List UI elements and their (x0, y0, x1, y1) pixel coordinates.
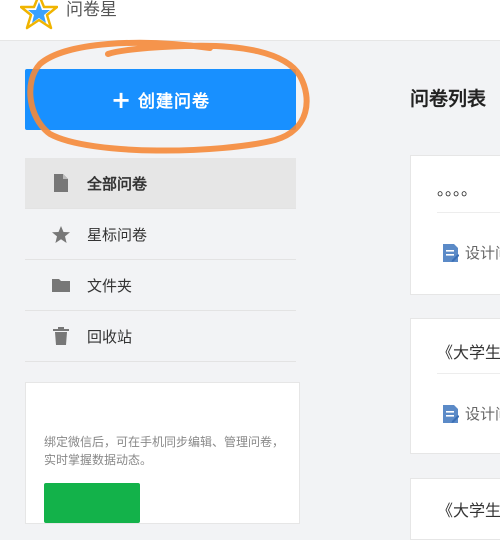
sidebar-nav: 全部问卷 星标问卷 文件夹 回收站 (25, 158, 296, 362)
sidebar-item-starred-surveys[interactable]: 星标问卷 (25, 209, 296, 260)
sidebar-item-recycle-bin[interactable]: 回收站 (25, 311, 296, 362)
create-survey-label: 创建问卷 (138, 92, 211, 112)
folder-icon (51, 275, 71, 295)
wechat-bind-card: 绑定微信后，可在手机同步编辑、管理问卷，实时掌握数据动态。 (25, 382, 300, 524)
wechat-bind-text: 绑定微信后，可在手机同步编辑、管理问卷，实时掌握数据动态。 (44, 435, 285, 467)
divider (437, 373, 500, 374)
sidebar-item-all-surveys[interactable]: 全部问卷 (25, 158, 296, 209)
edit-document-icon (443, 243, 459, 262)
edit-document-icon (443, 404, 459, 423)
create-survey-button[interactable]: + 创建问卷 (25, 69, 296, 130)
sidebar-item-label: 回收站 (87, 327, 133, 346)
survey-card: 《大学生 设计问 (410, 318, 500, 454)
survey-title[interactable]: 。。。。 (437, 176, 477, 200)
trash-icon (51, 326, 71, 346)
survey-card: 《大学生 (410, 478, 500, 540)
sidebar-item-folder[interactable]: 文件夹 (25, 260, 296, 311)
survey-card: 。。。。 设计问 (410, 155, 500, 295)
divider (437, 212, 500, 213)
design-survey-label: 设计问 (465, 405, 500, 423)
plus-icon: + (110, 85, 133, 114)
sidebar-item-label: 星标问卷 (87, 225, 148, 244)
page-title: 问卷列表 (410, 88, 487, 110)
app-name: 问卷星 (66, 0, 117, 20)
design-survey-link[interactable]: 设计问 (443, 242, 500, 263)
wechat-bind-button[interactable] (44, 483, 140, 523)
star-icon (51, 224, 71, 244)
file-icon (51, 173, 71, 193)
logo-star-icon (20, 0, 58, 30)
survey-title[interactable]: 《大学生 (437, 339, 500, 363)
sidebar-item-label: 全部问卷 (87, 174, 148, 193)
top-bar: 问卷星 (0, 0, 500, 41)
survey-title[interactable]: 《大学生 (437, 497, 500, 521)
design-survey-link[interactable]: 设计问 (443, 403, 500, 424)
design-survey-label: 设计问 (465, 244, 500, 262)
sidebar-item-label: 文件夹 (87, 276, 133, 295)
